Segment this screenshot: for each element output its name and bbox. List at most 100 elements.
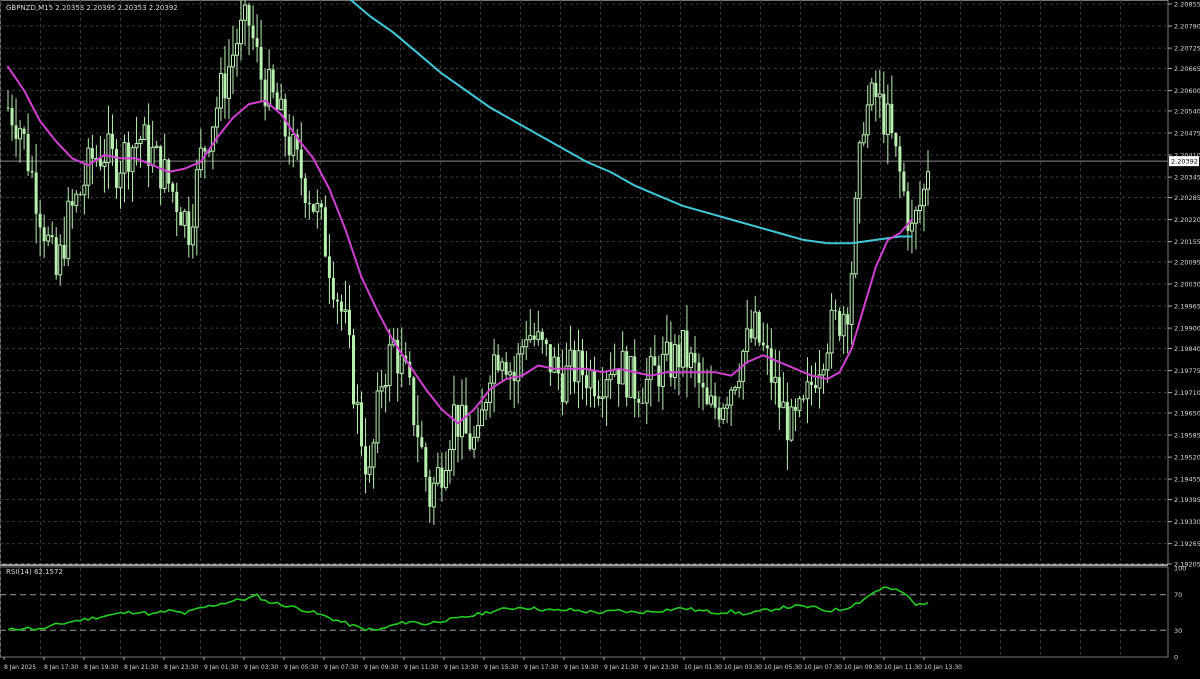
candle-body-bull (150, 146, 155, 167)
candle-body-bear (70, 201, 74, 206)
candle-body-bull (500, 361, 505, 371)
candle-body-bull (379, 386, 384, 392)
candle-body-bull (753, 311, 758, 339)
candle-body-bear (319, 203, 323, 208)
candle-body-bull (82, 184, 87, 196)
candle-body-bull (476, 425, 481, 438)
candle-body-bull (399, 355, 404, 374)
price-tick-label: 2.20855 (1174, 1, 1200, 9)
candle-body-bear (890, 104, 894, 134)
candle-body-bear (175, 191, 179, 212)
candle-body-bear (834, 310, 838, 312)
price-tick-label: 2.19710 (1174, 389, 1200, 397)
candle-body-bear (793, 406, 797, 411)
candle-body-bull (472, 436, 477, 450)
price-tick-label: 2.20725 (1174, 45, 1200, 53)
candle-body-bull (628, 355, 633, 398)
price-tick-label: 2.20475 (1174, 129, 1200, 137)
candle-body-bull (620, 350, 625, 385)
candle-body-bear (496, 354, 500, 371)
time-tick-label: 9 Jan 13:30 (444, 664, 478, 671)
candle-body-bull (709, 395, 714, 405)
candle-body-bull (861, 134, 866, 144)
rsi-tick-label: 70 (1174, 591, 1182, 599)
candle-body-bear (54, 237, 58, 275)
candle-body-bear (98, 158, 102, 167)
candle-body-bull (913, 209, 918, 224)
candle-body-bull (789, 406, 794, 441)
candle-body-bull (154, 145, 159, 148)
candle-body-bear (625, 351, 629, 398)
candle-body-bull (371, 442, 376, 468)
rsi-label: RSI(14) 62.1572 (6, 568, 63, 576)
candle-body-bull (102, 162, 107, 167)
candle (757, 310, 761, 347)
candle-body-bear (882, 93, 886, 135)
time-tick-label: 9 Jan 07:30 (324, 664, 358, 671)
candle-body-bear (420, 437, 424, 448)
candle-body-bear (894, 133, 898, 147)
candle-body-bear (171, 183, 175, 192)
candle-body-bear (327, 256, 331, 278)
trading-chart-window[interactable]: 2.20855 2.20790 2.20725 2.20665 2.20600 2.205… (0, 0, 1200, 675)
candle (625, 345, 629, 407)
time-tick-label: 8 Jan 17:30 (44, 664, 78, 671)
candle-body-bull (66, 200, 71, 260)
candle-body-bear (34, 172, 38, 214)
candle-body-bull (921, 188, 926, 207)
candle-body-bull (773, 376, 778, 384)
rsi-tick-label: 30 (1174, 627, 1182, 635)
time-tick-label: 10 Jan 13:30 (924, 664, 962, 671)
candle-body-bull (680, 329, 685, 368)
candle-body-bear (653, 356, 657, 366)
candle-body-bull (134, 143, 139, 149)
candle-body-bull (484, 401, 489, 411)
candle-body-bear (271, 69, 275, 93)
candle-body-bull (130, 147, 135, 173)
candle-body-bull (214, 107, 219, 128)
candle-body-bull (355, 401, 360, 405)
price-tick-label: 2.20665 (1174, 65, 1200, 73)
candle-body-bull (343, 309, 348, 313)
candle-body-bear (617, 369, 621, 384)
price-tick-label: 2.20345 (1174, 174, 1200, 182)
candle-body-bear (416, 425, 420, 438)
candle-body-bull (664, 341, 669, 355)
time-tick-label: 9 Jan 03:30 (244, 664, 278, 671)
candle-body-bull (58, 244, 63, 276)
candle-body-bull (520, 346, 525, 355)
candle-body-bull (885, 103, 890, 136)
candle-body-bull (805, 381, 810, 400)
candle-body-bear (311, 204, 315, 212)
candle-body-bear (90, 148, 94, 159)
candle-body-bull (857, 142, 862, 199)
candle-body-bull (829, 309, 834, 354)
candle-body-bull (234, 43, 239, 56)
candle-body-bull (849, 273, 854, 326)
candle-body-bear (14, 125, 18, 139)
candle-body-bear (26, 133, 30, 172)
time-tick-label: 9 Jan 19:30 (564, 664, 598, 671)
chart-canvas[interactable]: 2.20855 2.20790 2.20725 2.20665 2.20600 2.205… (0, 0, 1200, 675)
candle-body-bear (838, 311, 842, 336)
time-tick-label: 10 Jan 05:30 (764, 664, 802, 671)
candle-body-bear (641, 402, 645, 404)
candle-body-bear (50, 235, 54, 238)
candle-body-bull (387, 344, 392, 387)
current-price-label: 2.20392 (1171, 158, 1198, 166)
candle-body-bear (247, 5, 251, 26)
candle-body-bull (865, 104, 870, 136)
candle-body-bear (597, 396, 601, 399)
candle-body-bear (187, 211, 191, 245)
price-tick-label: 2.19650 (1174, 409, 1200, 417)
candle-body-bear (846, 314, 850, 325)
candle-body-bull (841, 313, 846, 337)
price-tick-label: 2.19585 (1174, 432, 1200, 440)
price-tick-label: 2.20030 (1174, 281, 1200, 289)
candle-body-bear (532, 335, 536, 340)
candle-body-bull (447, 449, 452, 471)
candle-body-bull (375, 390, 380, 444)
candle-body-bear (677, 344, 681, 368)
candle-body-bull (604, 379, 609, 398)
candle-body-bull (877, 93, 882, 98)
